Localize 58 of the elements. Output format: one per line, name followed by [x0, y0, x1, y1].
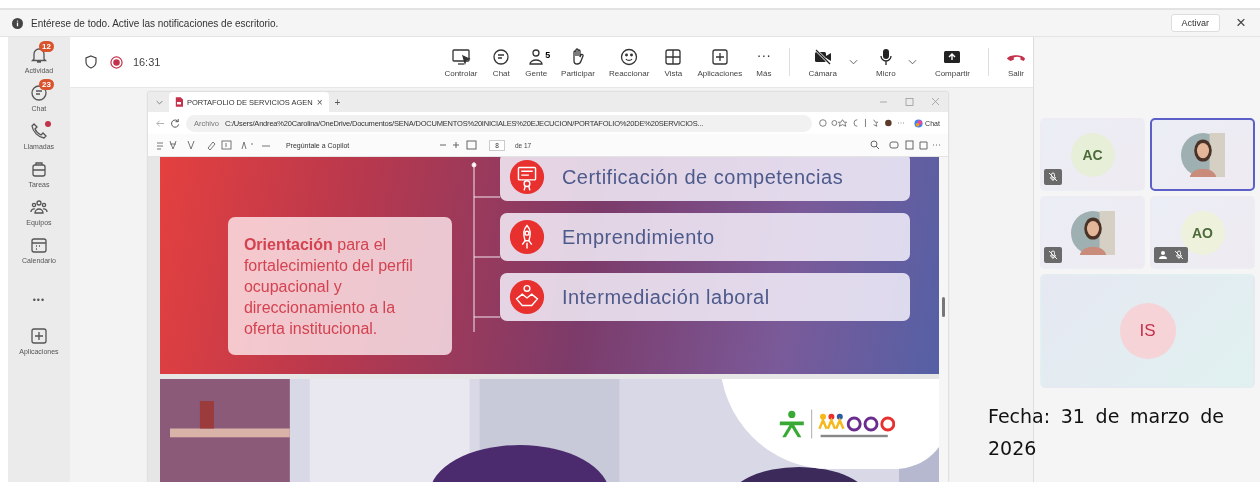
service-label: Emprendimiento	[561, 225, 715, 249]
camera-button[interactable]: Cámara	[804, 46, 841, 78]
camera-off-icon	[812, 46, 833, 67]
toolbar-button[interactable]: Chat	[487, 46, 516, 78]
microphone-button[interactable]: Micro	[871, 46, 900, 78]
toolbar-button[interactable]: Aplicaciones	[693, 46, 747, 78]
count-badge: 12	[38, 41, 54, 52]
participant-tile[interactable]: AO	[1150, 196, 1255, 269]
info-icon	[12, 17, 23, 29]
participant-tile[interactable]	[1040, 196, 1145, 269]
share-button[interactable]: Compartir	[930, 46, 974, 78]
refresh-icon[interactable]	[170, 118, 180, 128]
plus-square-icon[interactable]	[28, 326, 49, 346]
toolbar-button[interactable]: Vista	[659, 46, 688, 78]
close-button[interactable]: ×	[1236, 15, 1246, 31]
avatar: AC	[1070, 132, 1115, 177]
smiley-icon	[619, 46, 640, 67]
calendar-icon[interactable]	[28, 235, 49, 255]
meeting-timer: 16:31	[132, 56, 161, 68]
service-label: Certificación de competencias	[561, 165, 844, 189]
chat-icon	[491, 46, 512, 67]
rocket-icon	[507, 218, 546, 256]
close-tab-button[interactable]: ×	[316, 96, 323, 108]
scrollbar[interactable]	[938, 157, 948, 482]
count-badge: 23	[38, 79, 54, 90]
participant-tile[interactable]: AC	[1040, 118, 1145, 191]
toolbar-button[interactable]: 5 Gente	[521, 46, 552, 78]
notification-text: Entérese de todo. Active las notificaciones de escritorio.	[31, 17, 280, 29]
toolbar-button[interactable]: Participar	[557, 46, 599, 78]
avatar: AO	[1180, 210, 1225, 255]
activate-button[interactable]: Activar	[1170, 14, 1221, 32]
grid-icon	[663, 46, 684, 67]
chevron-down-icon[interactable]	[907, 59, 917, 65]
participant-tile[interactable]	[1150, 118, 1255, 191]
toolbar-button[interactable]: Reaccionar	[604, 46, 654, 78]
people-icon[interactable]	[28, 197, 49, 217]
shield-icon[interactable]	[83, 55, 98, 69]
toolbar-button[interactable]: Controlar	[440, 46, 482, 78]
chat-icon[interactable]	[28, 83, 49, 103]
phone-icon[interactable]	[28, 121, 49, 141]
chevron-down-icon[interactable]	[848, 59, 858, 65]
avatar: IS	[1119, 303, 1176, 359]
pdf-tools-drawing[interactable]	[869, 140, 940, 150]
service-label: Intermediación laboral	[561, 285, 770, 309]
plus-square-icon	[709, 46, 730, 67]
more-button[interactable]: •••	[32, 295, 46, 305]
leave-button[interactable]: Salir	[1003, 46, 1029, 78]
hang-up-icon	[1007, 53, 1025, 61]
orientation-text: Orientación para el fortalecimiento del perfil ocupacional y direccionamiento a la oferta institucional.	[243, 234, 414, 339]
certificate-icon	[507, 158, 546, 196]
screen-pointer-icon	[450, 46, 471, 67]
date-caption: Fecha: 31 de marzo de 2026	[988, 404, 1224, 461]
new-tab-button[interactable]: +	[334, 96, 341, 108]
participant-tile[interactable]: IS	[1040, 274, 1255, 388]
pdf-icon	[174, 97, 183, 107]
handshake-icon	[507, 278, 546, 316]
more-button[interactable]: ··· Más	[752, 46, 776, 78]
copilot-icon	[914, 118, 924, 128]
